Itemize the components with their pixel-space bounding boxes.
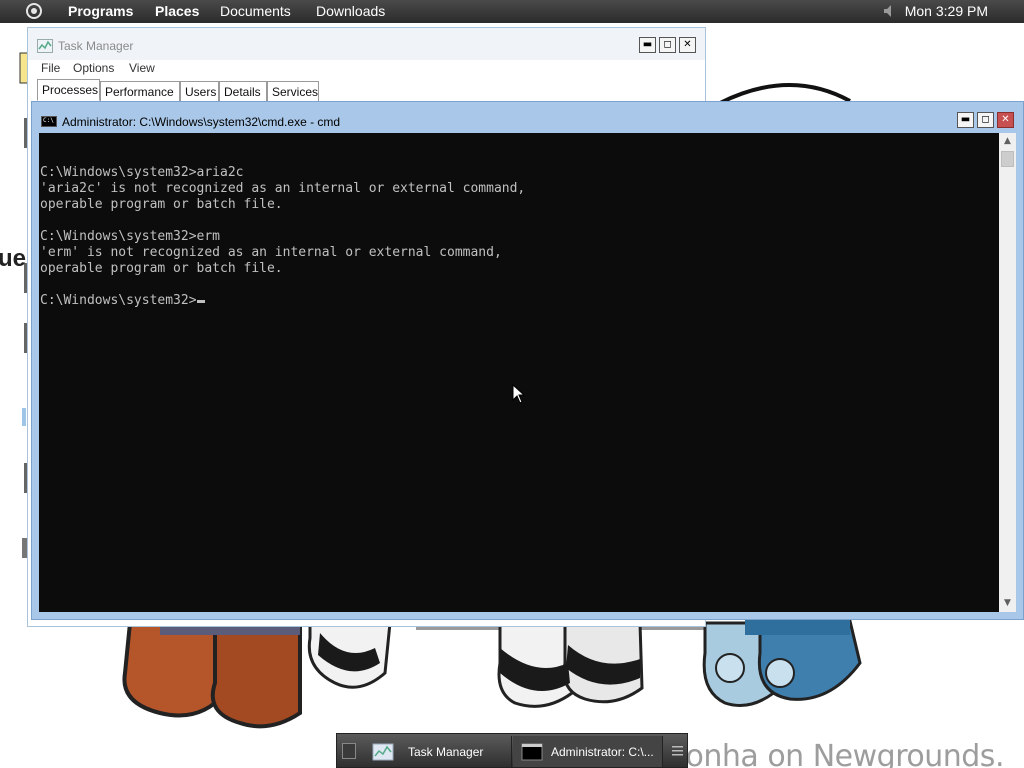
console-line: 'erm' is not recognized as an internal o…: [40, 245, 502, 260]
cmd-title: Administrator: C:\Windows\system32\cmd.e…: [62, 115, 341, 129]
tab-processes[interactable]: Processes: [37, 79, 100, 101]
task-manager-close-button[interactable]: ✕: [679, 37, 696, 53]
taskbar-task-manager-label: Task Manager: [408, 745, 484, 759]
tab-performance[interactable]: Performance: [100, 81, 180, 102]
mouse-pointer-icon: [512, 384, 524, 404]
task-manager-title: Task Manager: [58, 39, 134, 53]
panel-menu-programs[interactable]: Programs: [68, 3, 133, 19]
console-line: C:\Windows\system32>aria2c: [40, 165, 244, 180]
console-line: C:\Windows\system32>erm: [40, 229, 221, 244]
cmd-titlebar[interactable]: Administrator: C:\Windows\system32\cmd.e…: [32, 102, 1023, 133]
scroll-thumb[interactable]: [1001, 151, 1014, 167]
cmd-scrollbar[interactable]: ▲ ▼: [999, 133, 1016, 612]
speaker-icon[interactable]: [884, 5, 894, 17]
scroll-up-arrow-icon[interactable]: ▲: [999, 133, 1016, 150]
show-desktop-button[interactable]: [342, 743, 356, 759]
taskbar-grip-icon[interactable]: [672, 745, 683, 757]
applications-menu-icon[interactable]: [26, 3, 42, 19]
wallpaper-partial-text: ue: [0, 245, 27, 272]
cmd-close-button[interactable]: ✕: [997, 112, 1014, 128]
console-prompt-line[interactable]: C:\Windows\system32>: [40, 293, 999, 309]
text-cursor: [196, 300, 205, 303]
cmd-maximize-button[interactable]: ◻: [977, 112, 994, 128]
scroll-down-arrow-icon[interactable]: ▼: [999, 595, 1016, 612]
top-panel: Programs Places Documents Downloads Mon …: [0, 0, 1024, 23]
tab-details[interactable]: Details: [219, 81, 267, 102]
console-output[interactable]: C:\Windows\system32>aria2c 'aria2c' is n…: [39, 133, 999, 612]
task-manager-icon: [37, 39, 53, 53]
panel-clock[interactable]: Mon 3:29 PM: [905, 3, 988, 19]
task-manager-titlebar[interactable]: Task Manager ▬ ◻ ✕: [28, 28, 705, 60]
menu-options[interactable]: Options: [73, 61, 114, 75]
task-manager-menubar: File Options View: [28, 60, 705, 80]
task-manager-minimize-button[interactable]: ▬: [639, 37, 656, 53]
tab-services[interactable]: Services: [267, 81, 319, 102]
menu-view[interactable]: View: [129, 61, 155, 75]
tab-users[interactable]: Users: [180, 81, 219, 102]
console-line: operable program or batch file.: [40, 197, 283, 212]
taskbar: Task Manager Administrator: C:\...: [336, 733, 688, 768]
console-prompt: C:\Windows\system32>: [40, 293, 197, 308]
taskbar-cmd-label: Administrator: C:\...: [551, 745, 654, 759]
cmd-window[interactable]: Administrator: C:\Windows\system32\cmd.e…: [31, 101, 1024, 620]
console-line: operable program or batch file.: [40, 261, 283, 276]
taskbar-cmd[interactable]: Administrator: C:\...: [513, 736, 663, 767]
panel-menu-places[interactable]: Places: [155, 3, 199, 19]
cmd-icon: [521, 743, 543, 761]
console-line: 'aria2c' is not recognized as an interna…: [40, 181, 526, 196]
cmd-minimize-button[interactable]: ▬: [957, 112, 974, 128]
panel-menu-documents[interactable]: Documents: [220, 3, 291, 19]
panel-menu-downloads[interactable]: Downloads: [316, 3, 385, 19]
task-manager-icon: [372, 743, 394, 761]
taskbar-task-manager[interactable]: Task Manager: [364, 736, 512, 767]
cmd-icon: [41, 116, 57, 127]
menu-file[interactable]: File: [41, 61, 60, 75]
task-manager-maximize-button[interactable]: ◻: [659, 37, 676, 53]
